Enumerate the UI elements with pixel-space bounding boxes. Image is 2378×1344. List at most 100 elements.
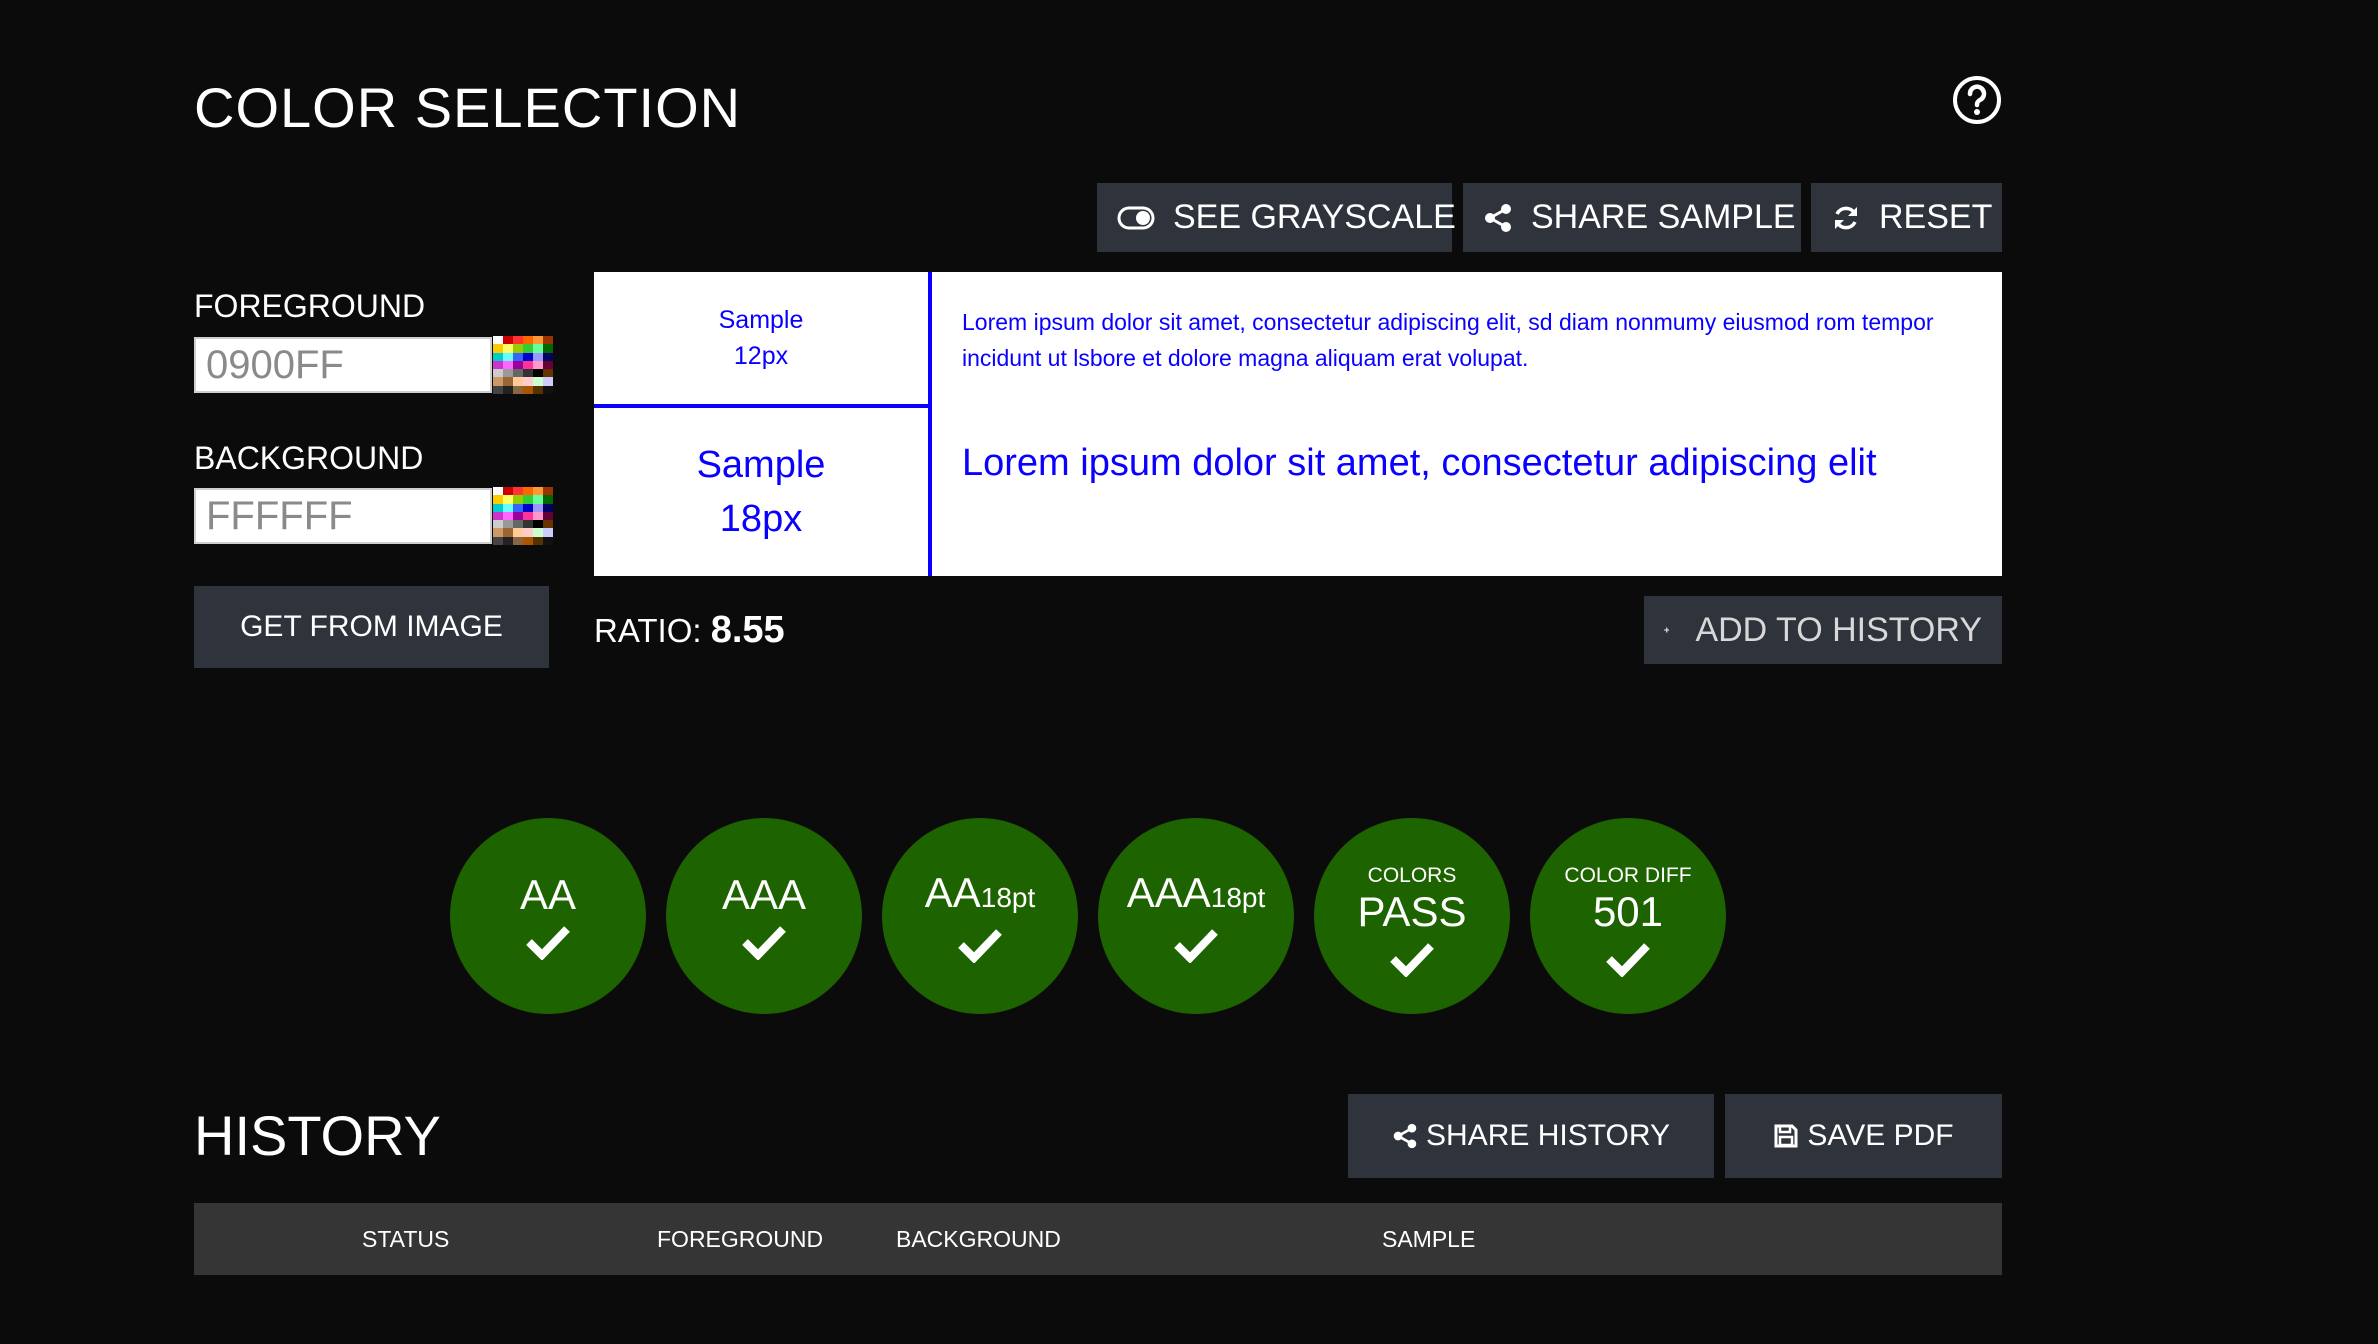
- palette-swatch[interactable]: [533, 487, 543, 496]
- palette-swatch[interactable]: [523, 487, 533, 496]
- palette-swatch[interactable]: [513, 528, 523, 537]
- palette-swatch[interactable]: [533, 385, 543, 394]
- palette-swatch[interactable]: [543, 352, 553, 361]
- palette-swatch[interactable]: [533, 344, 543, 353]
- palette-swatch[interactable]: [493, 487, 503, 496]
- palette-swatch[interactable]: [513, 536, 523, 545]
- palette-swatch[interactable]: [493, 528, 503, 537]
- palette-swatch[interactable]: [533, 369, 543, 378]
- palette-swatch[interactable]: [523, 369, 533, 378]
- palette-swatch[interactable]: [493, 511, 503, 521]
- palette-swatch[interactable]: [543, 536, 553, 545]
- palette-swatch[interactable]: [513, 352, 523, 361]
- palette-swatch[interactable]: [493, 369, 503, 378]
- share-history-button[interactable]: SHARE HISTORY: [1348, 1094, 1714, 1178]
- palette-swatch[interactable]: [523, 352, 533, 361]
- background-input[interactable]: [194, 488, 492, 544]
- palette-swatch[interactable]: [513, 487, 523, 496]
- palette-swatch[interactable]: [533, 495, 543, 504]
- palette-swatch[interactable]: [543, 487, 553, 496]
- palette-swatch[interactable]: [543, 511, 553, 521]
- palette-swatch[interactable]: [513, 503, 523, 512]
- palette-swatch[interactable]: [503, 377, 513, 386]
- palette-swatch[interactable]: [523, 511, 533, 521]
- palette-swatch[interactable]: [533, 520, 543, 529]
- palette-swatch[interactable]: [503, 528, 513, 537]
- palette-swatch[interactable]: [503, 369, 513, 378]
- palette-swatch[interactable]: [503, 385, 513, 394]
- add-to-history-button[interactable]: ADD TO HISTORY: [1644, 596, 2002, 664]
- palette-swatch[interactable]: [523, 520, 533, 529]
- palette-swatch[interactable]: [503, 536, 513, 545]
- palette-swatch[interactable]: [523, 528, 533, 537]
- share-sample-button[interactable]: SHARE SAMPLE: [1463, 183, 1801, 252]
- reset-button[interactable]: RESET: [1811, 183, 2002, 252]
- palette-swatch[interactable]: [493, 336, 503, 345]
- help-circle-icon[interactable]: [1951, 74, 2003, 126]
- palette-swatch[interactable]: [533, 336, 543, 345]
- palette-swatch[interactable]: [543, 377, 553, 386]
- palette-swatch[interactable]: [493, 385, 503, 394]
- save-pdf-button[interactable]: SAVE PDF: [1725, 1094, 2002, 1178]
- palette-swatch[interactable]: [533, 360, 543, 370]
- palette-swatch[interactable]: [513, 369, 523, 378]
- palette-swatch[interactable]: [543, 385, 553, 394]
- palette-swatch[interactable]: [523, 336, 533, 345]
- palette-swatch[interactable]: [513, 385, 523, 394]
- palette-swatch[interactable]: [493, 503, 503, 512]
- palette-swatch[interactable]: [543, 369, 553, 378]
- palette-swatch[interactable]: [543, 503, 553, 512]
- palette-swatch[interactable]: [503, 495, 513, 504]
- palette-swatch[interactable]: [523, 495, 533, 504]
- palette-swatch[interactable]: [493, 344, 503, 353]
- palette-swatch[interactable]: [513, 336, 523, 345]
- see-grayscale-button[interactable]: SEE GRAYSCALE: [1097, 183, 1456, 252]
- palette-swatch[interactable]: [543, 336, 553, 345]
- palette-swatch[interactable]: [523, 385, 533, 394]
- palette-swatch[interactable]: [543, 360, 553, 370]
- column-header-sample[interactable]: SAMPLE: [1382, 1203, 1475, 1275]
- palette-swatch[interactable]: [503, 344, 513, 353]
- palette-swatch[interactable]: [503, 520, 513, 529]
- get-from-image-button[interactable]: GET FROM IMAGE: [194, 586, 549, 668]
- column-header-foreground[interactable]: FOREGROUND: [657, 1203, 823, 1275]
- palette-swatch[interactable]: [523, 536, 533, 545]
- column-header-status[interactable]: STATUS: [362, 1203, 449, 1275]
- palette-swatch[interactable]: [533, 352, 543, 361]
- palette-swatch[interactable]: [523, 377, 533, 386]
- palette-swatch[interactable]: [503, 360, 513, 370]
- palette-swatch[interactable]: [513, 360, 523, 370]
- palette-swatch[interactable]: [493, 352, 503, 361]
- palette-swatch[interactable]: [493, 520, 503, 529]
- palette-swatch[interactable]: [523, 344, 533, 353]
- palette-swatch[interactable]: [503, 336, 513, 345]
- palette-swatch[interactable]: [523, 360, 533, 370]
- foreground-palette-picker[interactable]: [493, 336, 553, 394]
- palette-swatch[interactable]: [503, 511, 513, 521]
- palette-swatch[interactable]: [533, 511, 543, 521]
- palette-swatch[interactable]: [493, 360, 503, 370]
- palette-swatch[interactable]: [503, 352, 513, 361]
- palette-swatch[interactable]: [503, 503, 513, 512]
- palette-swatch[interactable]: [513, 377, 523, 386]
- column-header-background[interactable]: BACKGROUND: [896, 1203, 1061, 1275]
- palette-swatch[interactable]: [503, 487, 513, 496]
- foreground-input[interactable]: [194, 337, 492, 393]
- background-palette-picker[interactable]: [493, 487, 553, 545]
- palette-swatch[interactable]: [533, 503, 543, 512]
- palette-swatch[interactable]: [493, 536, 503, 545]
- palette-swatch[interactable]: [493, 377, 503, 386]
- palette-swatch[interactable]: [513, 520, 523, 529]
- palette-swatch[interactable]: [513, 344, 523, 353]
- palette-swatch[interactable]: [533, 528, 543, 537]
- palette-swatch[interactable]: [533, 536, 543, 545]
- palette-swatch[interactable]: [543, 528, 553, 537]
- palette-swatch[interactable]: [543, 520, 553, 529]
- palette-swatch[interactable]: [493, 495, 503, 504]
- palette-swatch[interactable]: [543, 344, 553, 353]
- palette-swatch[interactable]: [513, 511, 523, 521]
- palette-swatch[interactable]: [513, 495, 523, 504]
- palette-swatch[interactable]: [523, 503, 533, 512]
- palette-swatch[interactable]: [533, 377, 543, 386]
- palette-swatch[interactable]: [543, 495, 553, 504]
